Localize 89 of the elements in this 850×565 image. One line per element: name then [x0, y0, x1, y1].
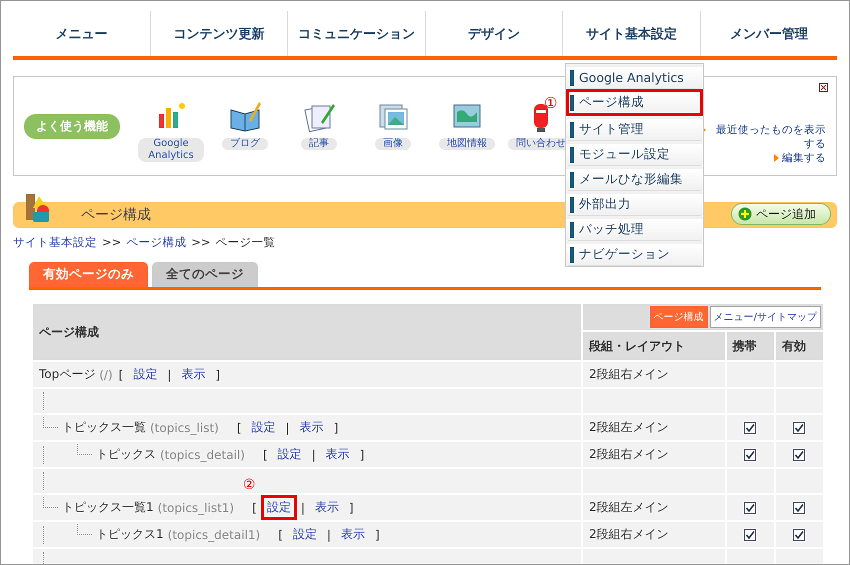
menu-item[interactable]: 外部出力 [566, 191, 703, 216]
callout-number: ① [544, 94, 558, 112]
bracket: [ [262, 448, 268, 462]
layout-cell: 2段組左メイン [583, 495, 725, 520]
callout-number: ② [242, 477, 256, 493]
heading-title: ページ構成 [81, 206, 151, 224]
checkbox[interactable] [793, 529, 806, 542]
breadcrumb-text: >> [102, 235, 122, 250]
layout-cell: 2段組右メイン [583, 362, 725, 387]
bracket: ] [374, 528, 380, 542]
checkbox[interactable] [793, 449, 806, 462]
bullet-icon [570, 146, 574, 162]
page-name: トピックス一覧1 [62, 499, 154, 516]
checkbox[interactable] [744, 529, 756, 542]
bullet-icon [570, 222, 574, 238]
separator: | [286, 420, 290, 434]
add-page-button[interactable]: ページ追加 [731, 203, 831, 225]
bullet-icon [570, 196, 574, 212]
bracket: ] [348, 500, 354, 514]
page-slug: (topics_detail1) [168, 528, 260, 542]
bracket: [ [252, 500, 257, 514]
page-name: トピックス [96, 446, 156, 463]
close-icon[interactable] [819, 83, 828, 92]
page-link[interactable]: 表示 [308, 495, 345, 520]
bracket: ] [360, 448, 364, 462]
breadcrumb-text: ページ一覧 [216, 235, 276, 250]
page-name: トピックス一覧 [62, 419, 146, 436]
page-link[interactable]: 設定 [286, 522, 323, 547]
breadcrumb-link[interactable]: ページ構成 [126, 235, 186, 250]
page-slug: (/) [99, 368, 113, 382]
tab[interactable]: 全てのページ [152, 262, 258, 287]
page-link[interactable]: 設定 [272, 442, 308, 467]
quick-access-label: よく使う機能 [24, 114, 120, 138]
bullet-icon [570, 122, 574, 138]
separator: | [300, 500, 305, 514]
page-link[interactable]: 表示 [294, 415, 330, 440]
breadcrumb-link[interactable]: サイト基本設定 [13, 235, 97, 250]
view-toggle[interactable]: メニュー/サイトマップ [710, 306, 821, 328]
shortcut-label[interactable]: 地図情報 [439, 138, 495, 150]
shortcut-label[interactable]: 記事 [301, 138, 337, 150]
layout-cell: 2段組右メイン [583, 522, 725, 547]
bracket: [ [118, 368, 124, 382]
menu-item[interactable]: Google Analytics [566, 64, 703, 89]
bullet-icon [570, 172, 574, 188]
checkbox[interactable] [793, 502, 806, 514]
panel-link[interactable]: 編集する [782, 151, 826, 165]
menu-item[interactable]: モジュール設定 [566, 141, 703, 166]
layout-cell: 2段組左メイン [583, 415, 725, 440]
bracket: [ [236, 420, 242, 434]
page-link[interactable]: 設定 [260, 495, 297, 520]
shortcut-label[interactable]: 画像 [375, 138, 411, 150]
bullet-icon [570, 70, 574, 86]
page-link[interactable]: 表示 [320, 442, 356, 467]
checkbox[interactable] [744, 502, 756, 514]
separator: | [326, 528, 331, 542]
page-link[interactable]: 設定 [127, 362, 164, 387]
checkbox[interactable] [744, 422, 756, 434]
shortcut-label[interactable]: ブログ [222, 138, 268, 150]
page-link[interactable]: 設定 [246, 415, 282, 440]
column-header: 携帯 [726, 332, 774, 360]
menu-item[interactable]: バッチ処理 [566, 216, 703, 241]
checkbox[interactable] [744, 449, 756, 462]
shortcut-label[interactable]: Google Analytics [138, 138, 204, 162]
bullet-icon [570, 246, 574, 262]
page-slug: (topics_list1) [158, 500, 234, 514]
bracket: [ [278, 528, 283, 542]
page-link[interactable]: 表示 [175, 362, 212, 387]
book-icon[interactable] [229, 100, 261, 132]
bracket: ] [215, 368, 220, 382]
page-name: Topページ [39, 366, 96, 383]
plus-icon [738, 207, 752, 221]
menu-item[interactable]: ナビゲーション [566, 241, 703, 266]
panel-link[interactable]: 最近使ったものを表示する [709, 123, 826, 151]
separator: | [167, 368, 172, 382]
breadcrumb-text: >> [191, 235, 211, 250]
menu-item[interactable]: メールひな形編集 [566, 166, 703, 191]
menu-item[interactable]: サイト管理 [566, 116, 703, 141]
bracket: ] [334, 420, 338, 434]
separator: | [312, 448, 316, 462]
page-name: トピックス1 [96, 526, 164, 543]
checkbox[interactable] [793, 422, 806, 434]
column-header: 段組・レイアウト [583, 332, 725, 360]
bullet-icon [570, 94, 574, 110]
column-header: ページ構成 [33, 304, 581, 360]
page-link[interactable]: 表示 [334, 522, 371, 547]
layout-cell: 2段組右メイン [583, 442, 725, 467]
column-header: 有効 [776, 332, 823, 360]
page-slug: (topics_detail) [160, 448, 245, 462]
page-slug: (topics_list) [150, 420, 219, 434]
